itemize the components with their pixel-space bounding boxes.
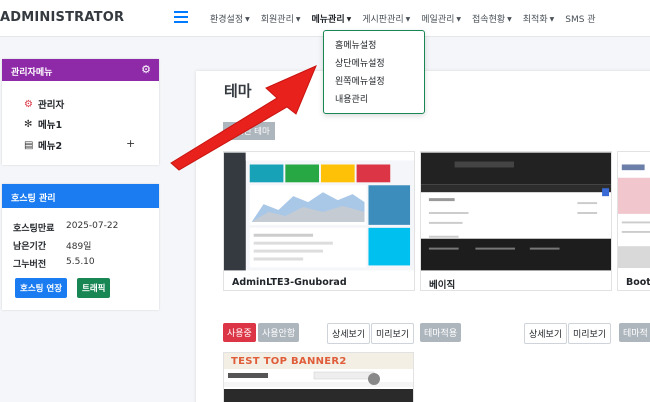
gnu-version-row: 그누버전 5.5.10 bbox=[13, 257, 95, 270]
hosting-extend-button[interactable]: 호스팅 연장 bbox=[15, 278, 68, 298]
apply-theme-button[interactable]: 테마적용 bbox=[420, 323, 462, 342]
caret-down-icon: ▼ bbox=[507, 16, 512, 23]
nav-item-sms[interactable]: SMS 관 bbox=[565, 12, 595, 25]
info-key: 그누버전 bbox=[13, 260, 47, 270]
nav-item-optimize[interactable]: 최적화 ▼ bbox=[523, 12, 554, 25]
apply-theme-button[interactable]: 테마적 bbox=[619, 323, 650, 342]
caret-down-icon: ▼ bbox=[405, 16, 411, 23]
sidebar-item-label: 관리자 bbox=[38, 100, 65, 111]
info-key: 호스팅만료 bbox=[13, 224, 55, 234]
theme-screenshot-basic bbox=[421, 152, 611, 271]
hosting-expire-row: 호스팅만료 2025-07-22 bbox=[13, 221, 118, 234]
brand-logo[interactable]: ADMINISTRATOR bbox=[0, 10, 124, 25]
admin-menu-header: 관리자메뉴 ⚙ bbox=[2, 59, 159, 81]
info-value: 489일 bbox=[66, 242, 92, 252]
nav-item-visits[interactable]: 접속현황 ▼ bbox=[472, 12, 512, 25]
admin-menu-card: 관리자메뉴 ⚙ ⚙ 관리자 ✻ 메뉴1 ▤ 메뉴2 + bbox=[2, 59, 159, 165]
nav-item-menu[interactable]: 메뉴관리 ▼ bbox=[312, 12, 352, 25]
sidebar-item-admin[interactable]: ⚙ 관리자 bbox=[24, 97, 65, 112]
in-use-button[interactable]: 사용중 bbox=[223, 323, 256, 342]
caret-down-icon: ▼ bbox=[295, 16, 301, 23]
info-value: 5.5.10 bbox=[66, 257, 95, 267]
disable-button[interactable]: 사용안함 bbox=[258, 323, 300, 342]
menu-dropdown: 홈메뉴설정 상단메뉴설정 왼쪽메뉴설정 내용관리 bbox=[323, 30, 425, 114]
calendar-icon: ▤ bbox=[24, 139, 34, 151]
theme-screenshot-bootstrap bbox=[618, 154, 650, 269]
caret-down-icon: ▼ bbox=[549, 16, 555, 23]
installed-themes-badge: 설치된 테마 bbox=[223, 122, 275, 140]
detail-button[interactable]: 상세보기 bbox=[327, 323, 371, 344]
theme-card-basic: 베이직 bbox=[420, 151, 612, 291]
sidebar-item-label: 메뉴2 bbox=[38, 141, 63, 152]
nav-item-members[interactable]: 회원관리 ▼ bbox=[261, 12, 301, 25]
dropdown-item-content[interactable]: 내용관리 bbox=[324, 92, 424, 110]
dropdown-item-home-menu[interactable]: 홈메뉴설정 bbox=[324, 38, 424, 56]
dropdown-item-left-menu[interactable]: 왼쪽메뉴설정 bbox=[324, 74, 424, 92]
caret-down-icon: ▼ bbox=[346, 16, 352, 23]
theme-name: 베이직 bbox=[429, 280, 456, 291]
nav-item-mail[interactable]: 메일관리 ▼ bbox=[421, 12, 461, 25]
theme-name: AdminLTE3-Gnuborad bbox=[232, 277, 347, 288]
theme-screenshot-adminlte bbox=[224, 152, 414, 271]
admin-menu-title: 관리자메뉴 bbox=[11, 68, 53, 78]
gear-icon[interactable]: ⚙ bbox=[141, 63, 151, 76]
detail-button[interactable]: 상세보기 bbox=[524, 323, 568, 344]
top-nav-menu: 환경설정 ▼ 회원관리 ▼ 메뉴관리 ▼ 게시판관리 ▼ 메일관리 ▼ 접속현황 ▼ 최적화… bbox=[210, 12, 607, 25]
preview-button[interactable]: 미리보기 bbox=[568, 323, 612, 344]
caret-down-icon: ▼ bbox=[456, 16, 462, 23]
traffic-button[interactable]: 트래픽 bbox=[77, 278, 111, 298]
asterisk-icon: ✻ bbox=[24, 118, 33, 130]
hosting-card: 호스팅 관리 호스팅만료 2025-07-22 남은기간 489일 그누버전 5… bbox=[2, 184, 159, 310]
sidebar-item-menu2[interactable]: ▤ 메뉴2 bbox=[24, 138, 63, 153]
expand-plus-icon[interactable]: + bbox=[126, 137, 135, 150]
theme-card-adminlte: AdminLTE3-Gnuborad bbox=[223, 151, 415, 291]
settings-icon: ⚙ bbox=[24, 98, 33, 110]
nav-item-settings[interactable]: 환경설정 ▼ bbox=[210, 12, 250, 25]
preview-button[interactable]: 미리보기 bbox=[371, 323, 415, 344]
theme-card-banner: TEST TOP BANNER2 bbox=[223, 352, 414, 402]
hamburger-menu-icon[interactable] bbox=[174, 11, 188, 23]
info-key: 남은기간 bbox=[13, 242, 47, 252]
theme-card-bootstrap: Bootst bbox=[617, 151, 650, 291]
caret-down-icon: ▼ bbox=[245, 16, 250, 23]
hosting-header: 호스팅 관리 bbox=[2, 184, 159, 208]
hosting-remaining-row: 남은기간 489일 bbox=[13, 239, 91, 252]
page-title: 테마 bbox=[224, 82, 252, 100]
sidebar-item-label: 메뉴1 bbox=[38, 120, 63, 131]
banner-title: TEST TOP BANNER2 bbox=[231, 356, 347, 367]
nav-item-board[interactable]: 게시판관리 ▼ bbox=[362, 12, 410, 25]
banner-screenshot bbox=[224, 369, 413, 402]
sidebar-item-menu1[interactable]: ✻ 메뉴1 bbox=[24, 117, 63, 132]
dropdown-item-top-menu[interactable]: 상단메뉴설정 bbox=[324, 56, 424, 74]
theme-name: Bootst bbox=[626, 277, 650, 288]
info-value: 2025-07-22 bbox=[66, 221, 119, 231]
